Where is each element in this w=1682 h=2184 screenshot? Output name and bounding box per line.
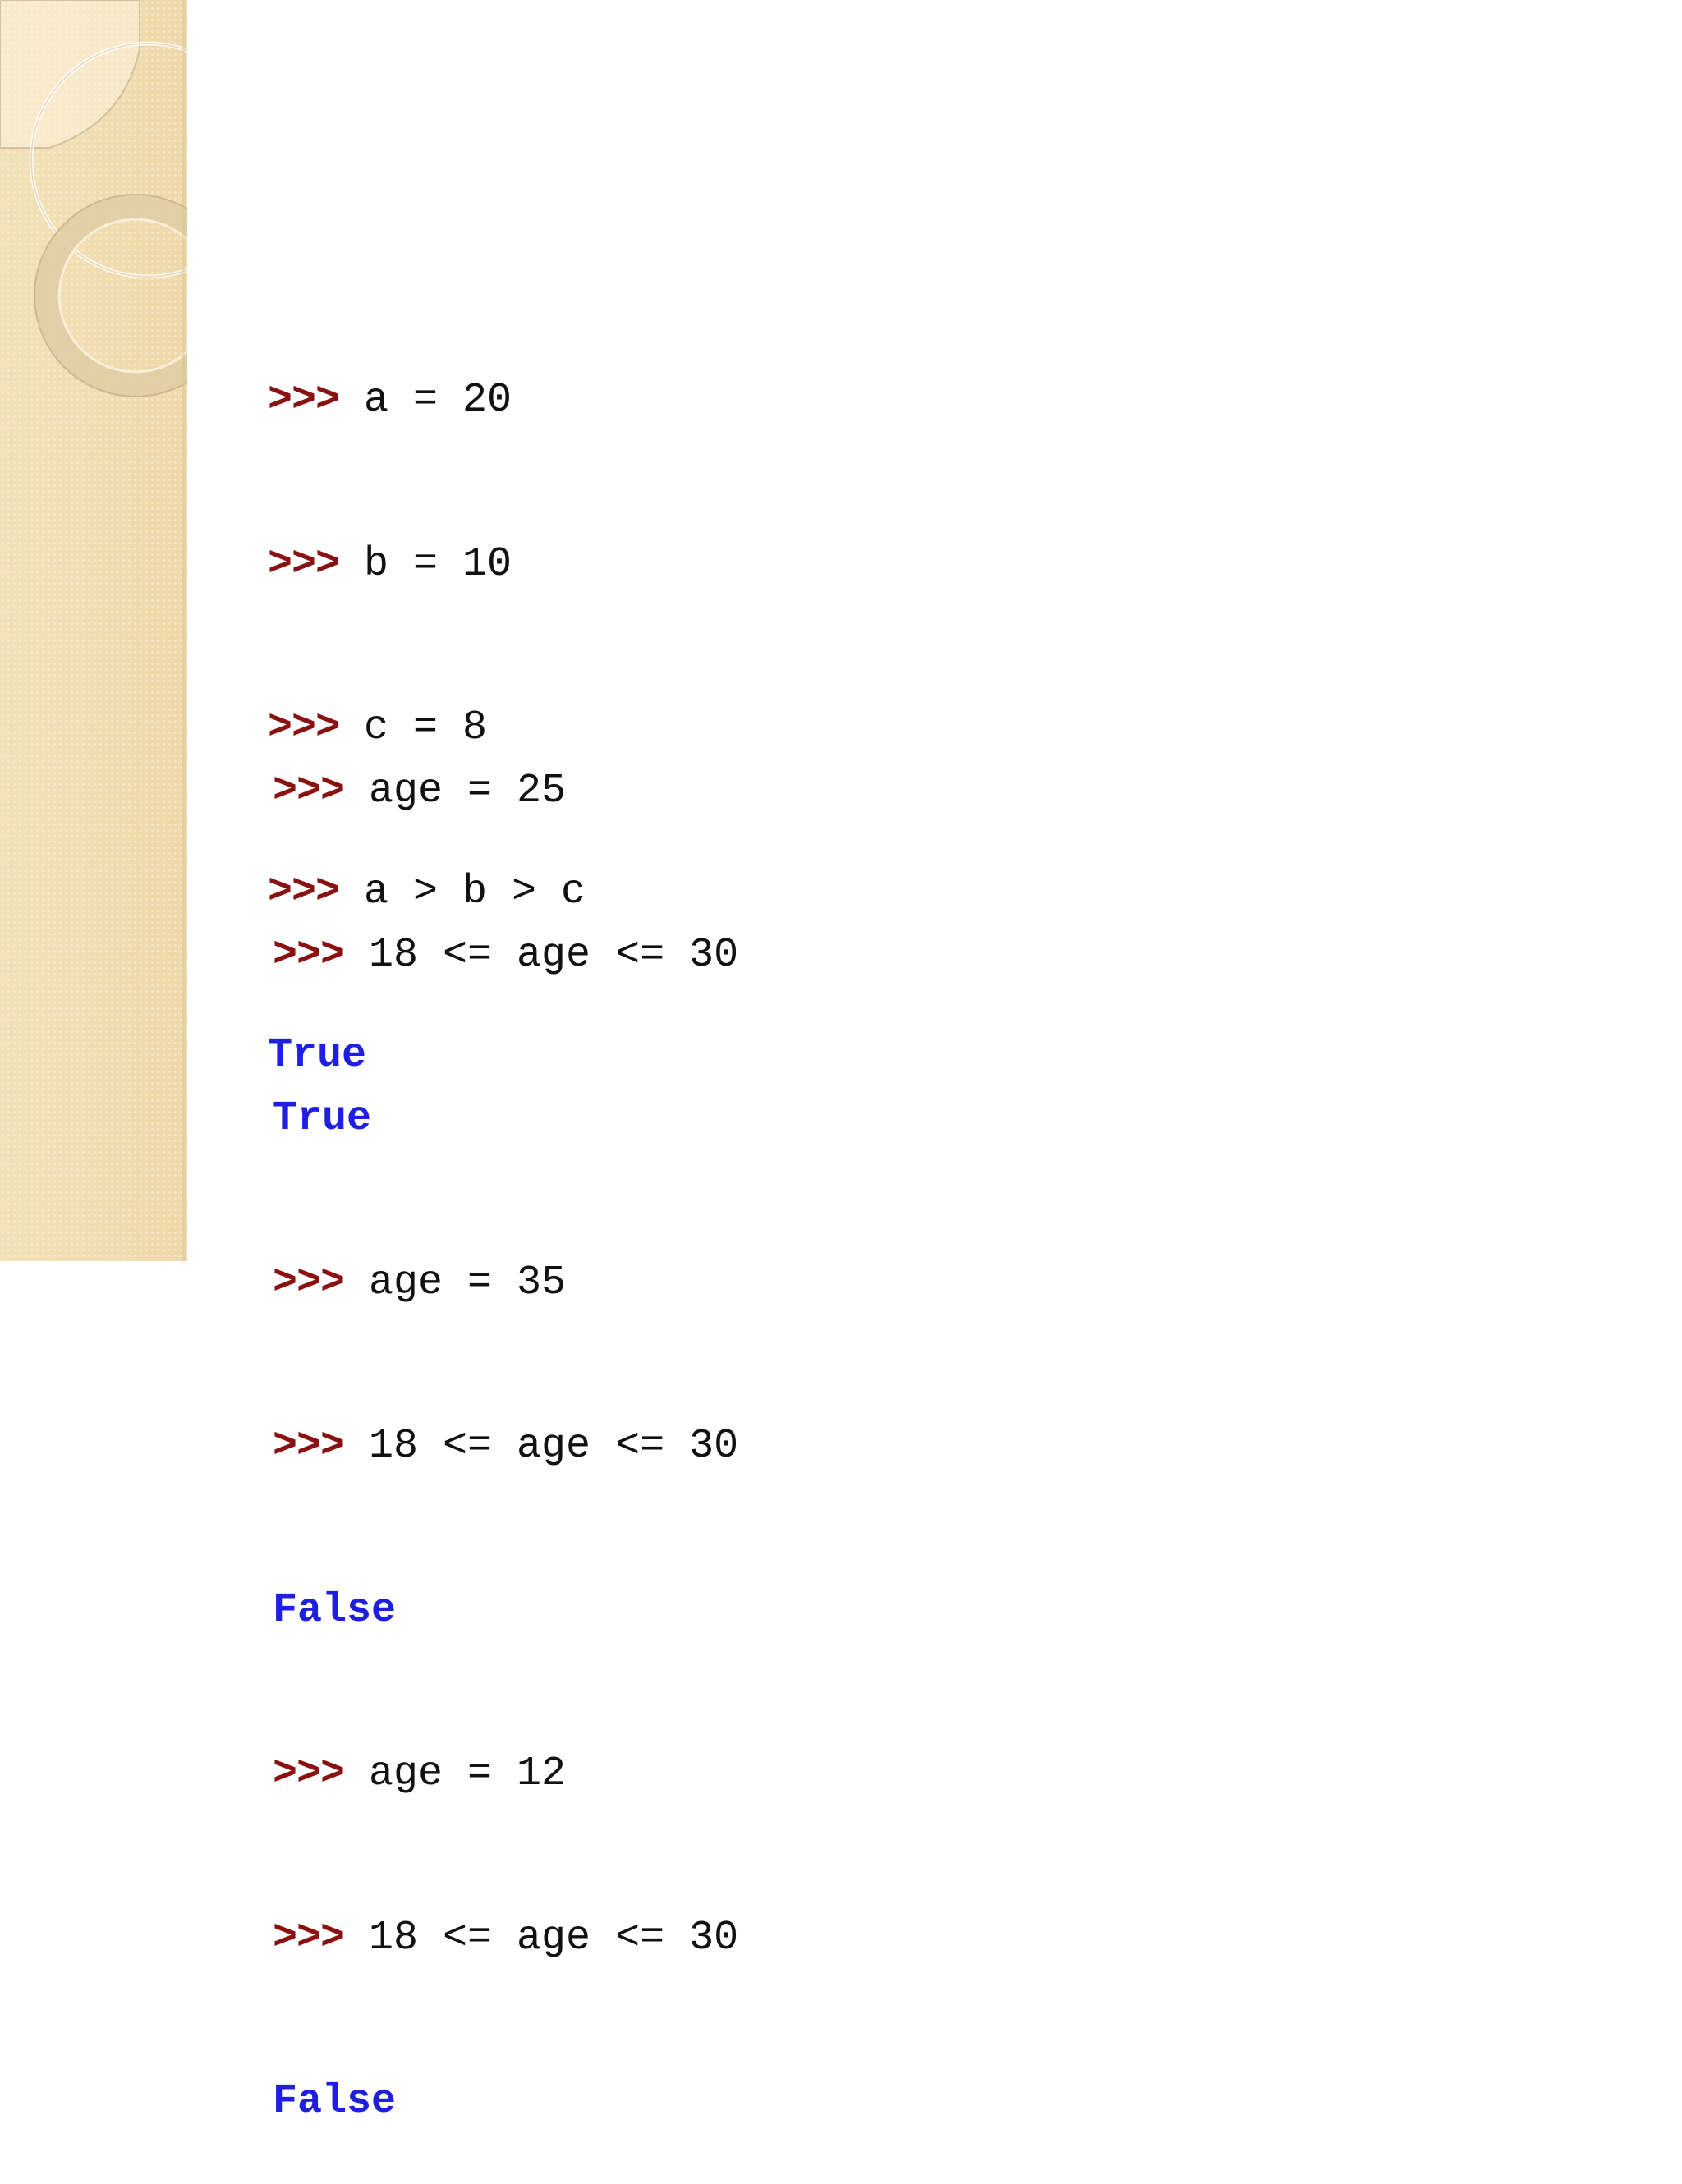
decorative-sidebar (0, 0, 187, 1261)
overlapping-rings-decoration (0, 0, 187, 397)
console-line: >>> b = 10 (268, 538, 586, 593)
prompt-marker: >>> (273, 1914, 345, 1961)
code-text: 18 <= age <= 30 (344, 1423, 739, 1470)
code-text: age = 25 (344, 768, 567, 814)
code-text: a = 20 (339, 377, 512, 424)
code-text: b = 10 (339, 540, 512, 588)
output-text: False (273, 1586, 397, 1634)
output-text: True (273, 1095, 372, 1142)
sidebar-edge-shadow (182, 0, 187, 1261)
code-text: age = 12 (344, 1750, 567, 1797)
code-text: 18 <= age <= 30 (344, 931, 739, 979)
console-output-line: True (273, 1092, 738, 1147)
console-line: >>> age = 25 (273, 764, 738, 819)
prompt-marker: >>> (268, 377, 340, 424)
console-output-line: False (273, 2075, 738, 2130)
code-text: age = 35 (344, 1259, 567, 1306)
console-line: >>> age = 12 (273, 1747, 738, 1802)
console-line: >>> 18 <= age <= 30 (273, 929, 738, 984)
prompt-marker: >>> (268, 540, 340, 588)
console-output-line: False (273, 1584, 738, 1639)
python-console-block-2: >>> age = 25 >>> 18 <= age <= 30 True >>… (273, 655, 738, 2184)
console-line: >>> 18 <= age <= 30 (273, 1911, 738, 1966)
prompt-marker: >>> (273, 1750, 345, 1797)
prompt-marker: >>> (273, 768, 345, 814)
console-line: >>> 18 <= age <= 30 (273, 1420, 738, 1475)
prompt-marker: >>> (273, 931, 345, 979)
console-line: >>> age = 35 (273, 1256, 738, 1311)
prompt-marker: >>> (273, 1423, 345, 1470)
output-text: False (273, 2078, 397, 2125)
code-text: 18 <= age <= 30 (344, 1914, 739, 1961)
prompt-marker: >>> (273, 1259, 345, 1306)
console-line: >>> a = 20 (268, 374, 586, 429)
